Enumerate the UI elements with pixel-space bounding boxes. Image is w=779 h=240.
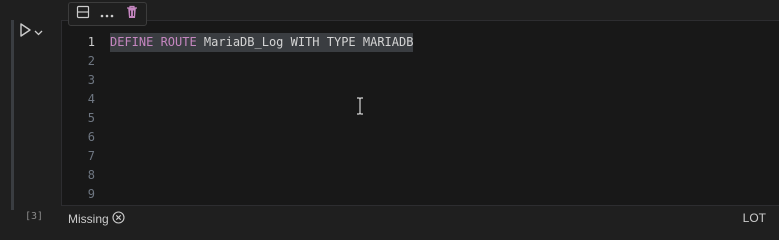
language-indicator[interactable]: LOT [743, 211, 766, 225]
delete-cell-button[interactable] [122, 5, 142, 23]
line-number: 6 [87, 130, 95, 144]
notebook-cell-container: [3] 1 DEFINE ROUTE MariaDB_Log WITH TYPE… [0, 0, 779, 234]
cell-focus-indicator [11, 20, 14, 210]
line-number: 2 [87, 54, 95, 68]
keyword-token: DEFINE ROUTE [110, 35, 197, 49]
code-line[interactable]: 9 [62, 185, 779, 204]
identifier-token: MariaDB_Log WITH TYPE MARIADB [196, 35, 414, 49]
line-number: 4 [87, 92, 95, 106]
code-editor[interactable]: 1 DEFINE ROUTE MariaDB_Log WITH TYPE MARI… [61, 20, 779, 206]
kernel-status-label: Missing [68, 212, 109, 226]
split-cell-icon [76, 5, 90, 24]
play-icon [19, 22, 31, 42]
trash-icon [126, 5, 138, 24]
ellipsis-icon [100, 5, 114, 23]
execution-count: [3] [25, 211, 44, 222]
split-cell-button[interactable] [73, 5, 93, 23]
kernel-status[interactable]: Missing [68, 211, 125, 227]
line-number: 5 [87, 111, 95, 125]
cell-toolbar [68, 2, 147, 26]
code-text: DEFINE ROUTE MariaDB_Log WITH TYPE MARIA… [110, 33, 414, 52]
code-line[interactable]: 4 [62, 90, 779, 109]
code-line[interactable]: 3 [62, 71, 779, 90]
run-cell-button[interactable] [19, 22, 49, 42]
chevron-down-icon[interactable] [34, 23, 43, 41]
code-line[interactable]: 2 [62, 52, 779, 71]
text-cursor-icon [355, 97, 365, 115]
code-line[interactable]: 7 [62, 147, 779, 166]
line-number: 9 [87, 187, 95, 201]
line-number: 7 [87, 149, 95, 163]
code-line[interactable]: 8 [62, 166, 779, 185]
error-circle-icon [112, 211, 125, 227]
line-number: 3 [87, 73, 95, 87]
code-line[interactable]: 6 [62, 128, 779, 147]
code-line[interactable]: 1 DEFINE ROUTE MariaDB_Log WITH TYPE MARI… [62, 33, 779, 52]
line-number: 8 [87, 168, 95, 182]
code-line[interactable]: 5 [62, 109, 779, 128]
cell-status-bar: Missing LOT [61, 209, 779, 229]
line-number: 1 [87, 35, 95, 49]
more-actions-button[interactable] [97, 5, 117, 23]
